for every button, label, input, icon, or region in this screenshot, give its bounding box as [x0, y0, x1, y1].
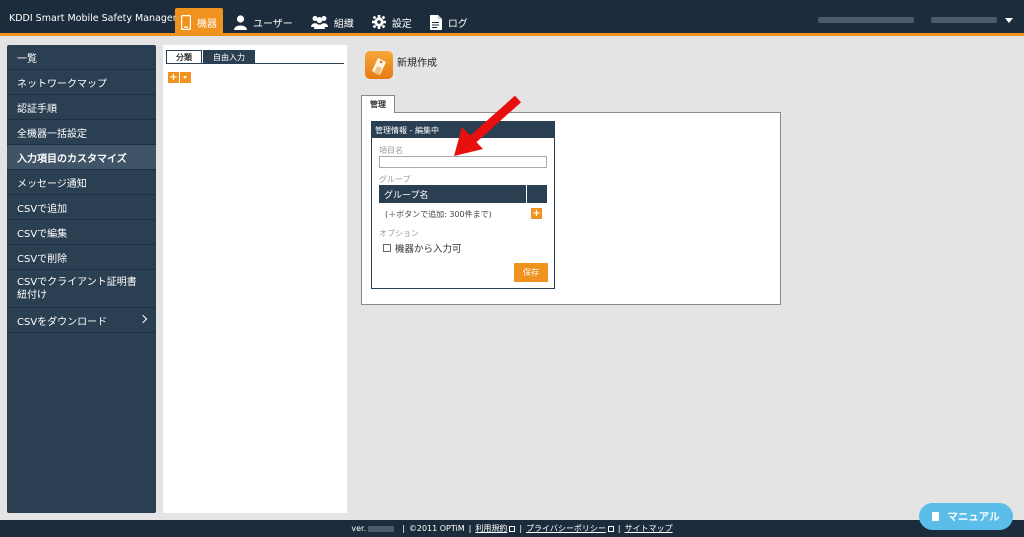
tag-icon — [372, 58, 386, 75]
main-nav: 機器 ユーザー 組織 設定 ログ — [175, 8, 479, 36]
copyright: ©2011 OPTiM — [408, 524, 465, 533]
tab-free-input[interactable]: 自由入力 — [203, 50, 255, 63]
sidebar: 一覧 ネットワークマップ 認証手順 全機器一括設定 入力項目のカスタマイズ メッ… — [7, 45, 156, 513]
privacy-link[interactable]: プライバシーポリシー — [526, 523, 606, 534]
nav-settings[interactable]: 設定 — [365, 8, 419, 36]
sidebar-item-label: 全機器一括設定 — [17, 128, 87, 140]
sidebar-item-label: CSVをダウンロード — [17, 316, 108, 328]
sidebar-item-csv-certificate[interactable]: CSVでクライアント証明書紐付け — [7, 270, 156, 308]
manual-button-label: マニュアル — [947, 511, 1000, 523]
footer-separator: | — [402, 524, 405, 533]
footer: ver. | ©2011 OPTiM | 利用規約 | プライバシーポリシー |… — [0, 520, 1024, 537]
chevron-right-icon — [138, 314, 148, 324]
checkbox-label: 機器から入力可 — [395, 244, 462, 255]
sidebar-item-auth-procedure[interactable]: 認証手順 — [7, 95, 156, 120]
sitemap-link-label: サイトマップ — [624, 524, 673, 533]
group-icon — [310, 16, 328, 29]
terms-link-label: 利用規約 — [475, 524, 508, 533]
sidebar-item-customize-fields[interactable]: 入力項目のカスタマイズ — [7, 145, 156, 170]
sidebar-item-label: CSVで削除 — [17, 253, 68, 265]
item-name-label: 項目名 — [379, 146, 403, 155]
top-bar: KDDI Smart Mobile Safety Manager 機器 ユーザー… — [0, 0, 1024, 36]
external-link-icon — [607, 525, 614, 532]
tab-management[interactable]: 管理 — [361, 95, 395, 113]
footer-separator: | — [519, 524, 523, 533]
nav-settings-label: 設定 — [391, 18, 412, 30]
sidebar-item-label: 入力項目のカスタマイズ — [17, 153, 127, 165]
sidebar-item-csv-download[interactable]: CSVをダウンロード — [7, 308, 156, 333]
option-label: オプション — [379, 229, 419, 238]
sidebar-item-label: メッセージ通知 — [17, 178, 87, 190]
add-group-button[interactable]: + — [531, 208, 542, 219]
nav-logs[interactable]: ログ — [423, 8, 475, 36]
nav-devices-label: 機器 — [197, 18, 217, 30]
nav-users-label: ユーザー — [253, 18, 293, 30]
category-actions: + — [168, 72, 191, 83]
chevron-down-icon[interactable] — [1005, 18, 1013, 23]
organization-name-redacted — [818, 17, 914, 23]
group-label: グループ — [379, 175, 411, 184]
gear-icon — [371, 15, 386, 29]
nav-organization-label: 組織 — [333, 18, 354, 30]
sidebar-item-bulk-settings[interactable]: 全機器一括設定 — [7, 120, 156, 145]
sidebar-item-list[interactable]: 一覧 — [7, 45, 156, 70]
nav-logs-label: ログ — [447, 18, 468, 30]
version-label: ver. — [351, 524, 367, 533]
tab-category[interactable]: 分類 — [166, 50, 202, 63]
document-icon — [429, 14, 442, 30]
sidebar-item-message-notify[interactable]: メッセージ通知 — [7, 170, 156, 195]
external-link-icon — [509, 525, 516, 532]
smartphone-icon — [181, 14, 191, 30]
terms-link[interactable]: 利用規約 — [475, 523, 507, 534]
user-menu[interactable] — [931, 17, 997, 23]
manual-button[interactable]: マニュアル — [919, 503, 1013, 530]
sidebar-item-label: CSVで追加 — [17, 203, 68, 215]
nav-users[interactable]: ユーザー — [227, 8, 300, 36]
sidebar-item-csv-add[interactable]: CSVで追加 — [7, 195, 156, 220]
new-create-icon — [365, 51, 393, 79]
brand-title: KDDI Smart Mobile Safety Manager — [9, 13, 177, 24]
footer-separator: | — [617, 524, 621, 533]
group-column-header: グループ名 — [384, 190, 429, 201]
input-from-device-option[interactable]: 機器から入力可 — [383, 241, 462, 255]
sidebar-item-label: 一覧 — [17, 53, 37, 65]
column-divider — [526, 185, 527, 203]
add-options-dropdown[interactable] — [180, 72, 191, 83]
tab-divider — [166, 63, 344, 64]
book-icon — [932, 512, 940, 521]
annotation-arrow-icon — [454, 95, 521, 156]
version-number-redacted — [368, 525, 395, 532]
add-category-button[interactable]: + — [168, 72, 179, 83]
input-from-device-checkbox[interactable] — [383, 244, 391, 252]
sidebar-item-csv-delete[interactable]: CSVで削除 — [7, 245, 156, 270]
save-button[interactable]: 保存 — [514, 263, 548, 282]
privacy-link-label: プライバシーポリシー — [526, 524, 606, 533]
sidebar-item-network-map[interactable]: ネットワークマップ — [7, 70, 156, 95]
category-tabs: 分類 自由入力 — [166, 50, 256, 63]
group-table-header: グループ名 — [379, 185, 547, 203]
sidebar-item-label: 認証手順 — [17, 103, 57, 115]
sidebar-item-label: ネットワークマップ — [17, 78, 107, 90]
footer-separator: | — [468, 524, 472, 533]
group-add-hint: (＋ボタンで追加: 300件まで) — [385, 210, 492, 219]
sidebar-item-label: CSVでクライアント証明書紐付け — [17, 276, 137, 301]
sidebar-item-csv-edit[interactable]: CSVで編集 — [7, 220, 156, 245]
nav-organization[interactable]: 組織 — [304, 8, 361, 36]
user-icon — [234, 14, 247, 30]
category-panel: 分類 自由入力 + — [163, 45, 347, 513]
sidebar-item-label: CSVで編集 — [17, 228, 68, 240]
page-title: 新規作成 — [397, 58, 437, 69]
sitemap-link[interactable]: サイトマップ — [625, 523, 673, 534]
nav-devices[interactable]: 機器 — [175, 8, 223, 36]
